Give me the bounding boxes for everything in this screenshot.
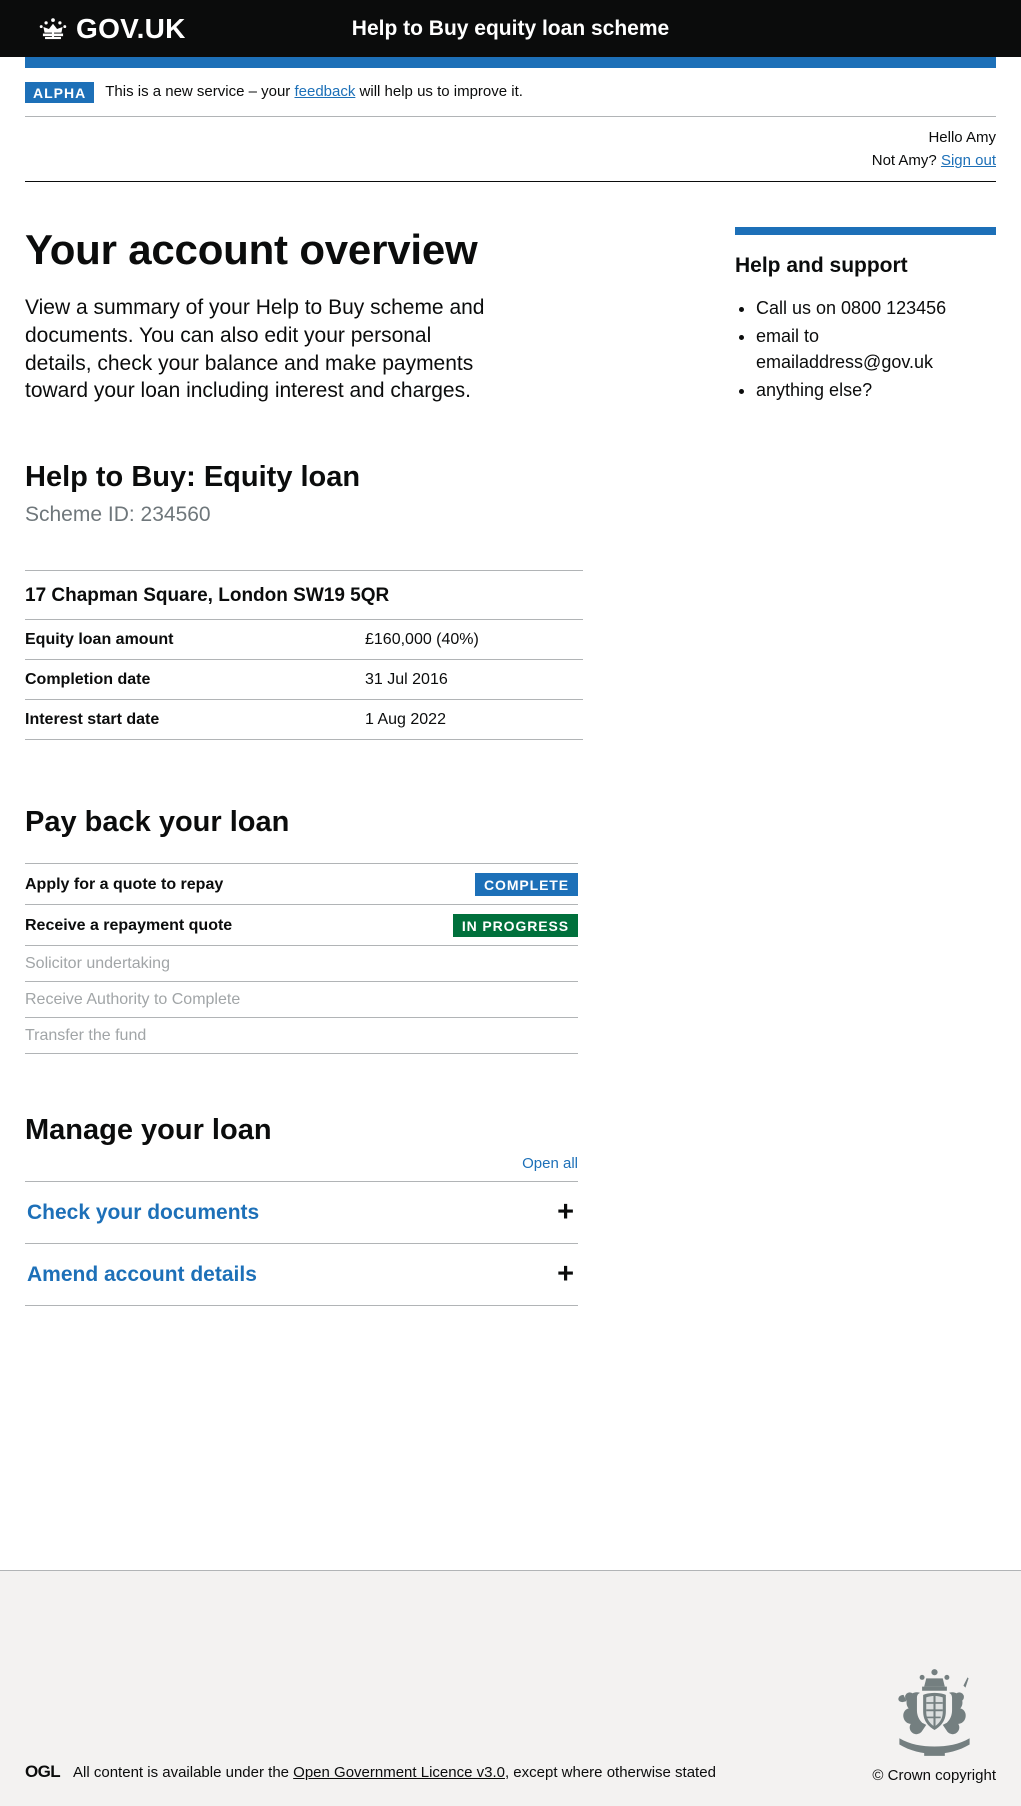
table-row: 17 Chapman Square, London SW19 5QR xyxy=(25,569,583,620)
service-name-link[interactable]: Help to Buy equity loan scheme xyxy=(352,17,669,40)
royal-crest-icon xyxy=(882,1666,987,1761)
task-status-cell xyxy=(403,981,578,1019)
main-content: Your account overview View a summary of … xyxy=(25,182,996,1571)
scheme-summary-table: 17 Chapman Square, London SW19 5QR Equit… xyxy=(25,569,583,740)
row-key: Equity loan amount xyxy=(25,619,365,660)
open-all-row: Open all xyxy=(25,1155,578,1181)
task-list-item: Receive Authority to Complete xyxy=(25,981,578,1019)
help-and-support-heading: Help and support xyxy=(735,253,908,277)
table-row: Equity loan amount £160,000 (40%) xyxy=(25,619,583,660)
task-label: Apply for a quote to repay xyxy=(25,863,403,906)
govuk-home-link[interactable]: GOV.UK xyxy=(36,12,186,44)
task-label: Solicitor undertaking xyxy=(25,945,403,983)
task-status-cell xyxy=(403,945,578,983)
open-government-licence-link[interactable]: Open Government Licence v3.0 xyxy=(293,1764,505,1781)
manage-loan-heading: Manage your loan xyxy=(25,1114,272,1147)
licence-block: OGL All content is available under the O… xyxy=(25,1762,716,1784)
task-list-item: Transfer the fund xyxy=(25,1017,578,1055)
licence-text: All content is available under the Open … xyxy=(73,1764,716,1781)
licence-text-before: All content is available under the xyxy=(73,1763,294,1781)
pay-back-loan-section: Pay back your loan Apply for a quote to … xyxy=(25,805,996,1055)
property-address: 17 Chapman Square, London SW19 5QR xyxy=(25,569,583,620)
phase-text-before: This is a new service – your xyxy=(105,83,295,101)
accordion-section-check-your-documents: Check your documents + xyxy=(25,1180,578,1243)
table-row: Interest start date 1 Aug 2022 xyxy=(25,699,583,740)
ogl-logo-icon: OGL xyxy=(25,1762,61,1781)
phase-banner-text: This is a new service – your feedback wi… xyxy=(105,83,523,102)
scheme-id: Scheme ID: 234560 xyxy=(25,502,211,526)
govuk-footer: OGL All content is available under the O… xyxy=(0,1570,1021,1806)
accordion-toggle-amend-account-details[interactable]: Amend account details + xyxy=(25,1244,578,1305)
row-key: Interest start date xyxy=(25,699,365,740)
scheme-summary-section: Help to Buy: Equity loan Scheme ID: 2345… xyxy=(25,461,996,740)
page-intro: View a summary of your Help to Buy schem… xyxy=(25,296,485,403)
crown-copyright-link[interactable]: © Crown copyright xyxy=(872,1767,996,1784)
task-label: Receive a repayment quote xyxy=(25,904,403,947)
header-accent-bar xyxy=(25,57,996,68)
accordion-title: Check your documents xyxy=(27,1200,260,1224)
accordion: Open all Check your documents + Amend ac… xyxy=(25,1155,578,1306)
task-label: Receive Authority to Complete xyxy=(25,981,403,1019)
licence-text-after: , except where otherwise stated xyxy=(504,1763,716,1781)
task-status-cell xyxy=(403,1017,578,1055)
phase-banner: ALPHA This is a new service – your feedb… xyxy=(25,68,996,117)
manage-loan-section: Manage your loan Open all Check your doc… xyxy=(25,1114,996,1306)
govuk-logotype: GOV.UK xyxy=(76,12,186,44)
accordion-toggle-check-your-documents[interactable]: Check your documents + xyxy=(25,1182,578,1243)
page-title: Your account overview xyxy=(25,225,478,273)
status-badge: IN PROGRESS xyxy=(452,914,578,938)
task-label: Transfer the fund xyxy=(25,1017,403,1055)
account-bar: Hello Amy Not Amy? Sign out xyxy=(25,117,996,182)
task-list-item[interactable]: Receive a repayment quote IN PROGRESS xyxy=(25,904,578,947)
row-value: £160,000 (40%) xyxy=(365,619,583,660)
task-list-item[interactable]: Apply for a quote to repay COMPLETE xyxy=(25,863,578,906)
sign-out-row: Not Amy? Sign out xyxy=(25,150,996,172)
task-status-cell: IN PROGRESS xyxy=(403,904,578,947)
phase-tag-alpha: ALPHA xyxy=(25,82,95,103)
plus-icon: + xyxy=(557,1195,574,1228)
not-you-label: Not Amy? xyxy=(871,151,941,169)
plus-icon: + xyxy=(557,1257,574,1290)
task-status-cell: COMPLETE xyxy=(403,863,578,906)
list-item: anything else? xyxy=(756,377,996,403)
crown-copyright-block: © Crown copyright xyxy=(872,1666,996,1784)
scheme-heading: Help to Buy: Equity loan xyxy=(25,461,361,494)
sign-out-link[interactable]: Sign out xyxy=(941,152,996,169)
task-list-item: Solicitor undertaking xyxy=(25,945,578,983)
list-item: Call us on 0800 123456 xyxy=(756,295,996,321)
pay-back-loan-heading: Pay back your loan xyxy=(25,805,290,838)
phase-text-after: will help us to improve it. xyxy=(355,83,523,101)
list-item: email to emailaddress@gov.uk xyxy=(756,323,996,375)
page-root: GOV.UK Help to Buy equity loan scheme AL… xyxy=(0,0,1021,1806)
crown-icon xyxy=(36,16,70,42)
task-list: Apply for a quote to repay COMPLETE Rece… xyxy=(25,863,578,1055)
accordion-title: Amend account details xyxy=(27,1262,257,1286)
top-grid: Your account overview View a summary of … xyxy=(25,225,996,406)
row-value: 31 Jul 2016 xyxy=(365,659,583,700)
greeting: Hello Amy xyxy=(928,129,996,146)
table-row: Completion date 31 Jul 2016 xyxy=(25,659,583,700)
open-all-button[interactable]: Open all xyxy=(522,1155,578,1172)
row-key: Completion date xyxy=(25,659,365,700)
accordion-section-amend-account-details: Amend account details + xyxy=(25,1242,578,1306)
row-value: 1 Aug 2022 xyxy=(365,699,583,740)
govuk-header: GOV.UK Help to Buy equity loan scheme xyxy=(0,0,1021,57)
aside-accent-rule xyxy=(735,226,996,235)
intro-column: Your account overview View a summary of … xyxy=(25,225,585,406)
status-badge: COMPLETE xyxy=(475,873,578,897)
feedback-link[interactable]: feedback xyxy=(294,83,355,100)
help-and-support-panel: Help and support Call us on 0800 123456 … xyxy=(735,226,996,406)
footer-inner: OGL All content is available under the O… xyxy=(25,1666,996,1806)
help-and-support-list: Call us on 0800 123456 email to emailadd… xyxy=(735,295,996,403)
